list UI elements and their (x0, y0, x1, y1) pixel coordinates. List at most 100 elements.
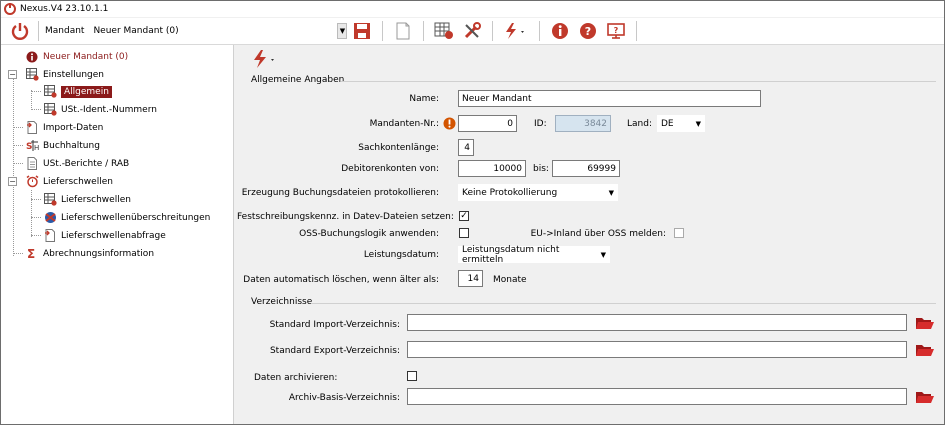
name-input[interactable]: Neuer Mandant (458, 90, 761, 107)
tree-item-ust-berichte[interactable]: USt.-Berichte / RAB (25, 155, 129, 172)
app-logo-icon (4, 3, 16, 15)
tree-item-import-daten[interactable]: Import-Daten (25, 119, 103, 136)
eu-inland-label: EU->Inland über OSS melden: (530, 229, 666, 239)
archiv-dir-label: Archiv-Basis-Verzeichnis: (288, 393, 400, 403)
land-select-value: DE (661, 118, 674, 129)
tree-item-lieferschwellen[interactable]: Lieferschwellen (43, 191, 131, 208)
land-select[interactable]: DE ▼ (657, 115, 705, 132)
import-dir-input[interactable] (407, 314, 907, 331)
chevron-down-icon[interactable]: ▼ (696, 120, 701, 128)
bis-label: bis: (533, 164, 549, 174)
table-settings-icon (25, 68, 39, 82)
warning-icon (443, 117, 456, 133)
tree-item-label: Lieferschwellenüberschreitungen (61, 212, 211, 223)
festschreibung-checkbox[interactable]: ✓ (459, 211, 469, 221)
protokoll-select[interactable]: Keine Protokollierung ▼ (458, 184, 618, 201)
globe-icon (43, 211, 57, 225)
svg-text:Σ: Σ (27, 247, 35, 260)
collapse-icon[interactable]: − (8, 70, 17, 79)
tree-item-label: Allgemein (61, 85, 112, 98)
oss-checkbox[interactable] (459, 228, 469, 238)
info-icon[interactable] (548, 19, 572, 43)
tree-item-neuer-mandant[interactable]: Neuer Mandant (0) (25, 48, 128, 65)
group-title-verzeichnisse: Verzeichnisse (251, 297, 313, 307)
chevron-down-icon[interactable]: ▼ (337, 23, 348, 39)
mandanten-nr-label: Mandanten-Nr.: (369, 119, 439, 129)
help-icon[interactable]: ? (576, 19, 600, 43)
title-bar: Nexus.V4 23.10.1.1 (1, 1, 944, 17)
tree-item-lieferschwellenabfrage[interactable]: Lieferschwellenabfrage (43, 227, 166, 244)
window-title: Nexus.V4 23.10.1.1 (20, 4, 109, 14)
tree-item-buchhaltung[interactable]: SH Buchhaltung (25, 137, 100, 154)
id-label: ID: (534, 119, 547, 129)
loeschen-label: Daten automatisch löschen, wenn älter al… (243, 275, 439, 285)
collapse-icon[interactable]: − (8, 177, 17, 186)
save-icon[interactable] (350, 19, 374, 43)
name-label: Name: (409, 94, 439, 104)
sachkonten-input[interactable]: 4 (458, 139, 474, 156)
sachkonten-label: Sachkontenlänge: (358, 143, 439, 153)
accounting-icon: SH (25, 139, 39, 153)
folder-open-icon[interactable] (915, 342, 935, 358)
debitoren-to-input[interactable]: 69999 (552, 160, 620, 177)
lightning-menu-icon[interactable] (251, 49, 279, 72)
leistungsdatum-select-value: Leistungsdatum nicht ermitteln (462, 244, 560, 265)
tree-item-abrechnungsinformation[interactable]: Σ Abrechnungsinformation (25, 245, 154, 262)
leistungsdatum-label: Leistungsdatum: (363, 250, 439, 260)
debitoren-label: Debitorenkonten von: (341, 164, 439, 174)
table-settings-icon (43, 193, 57, 207)
import-dir-label: Standard Import-Verzeichnis: (269, 320, 400, 330)
toolbar-separator (539, 21, 541, 41)
archivieren-checkbox[interactable] (407, 371, 417, 381)
archiv-dir-input[interactable] (407, 388, 907, 405)
presentation-icon[interactable]: ? (604, 19, 628, 43)
power-icon[interactable] (8, 19, 32, 43)
loeschen-input[interactable]: 14 (458, 270, 483, 287)
lightning-menu-icon[interactable] (501, 19, 531, 43)
leistungsdatum-select[interactable]: Leistungsdatum nicht ermitteln ▼ (458, 244, 610, 265)
toolbar-separator (636, 21, 638, 41)
tree-item-allgemein[interactable]: Allgemein (43, 83, 112, 100)
tree-item-label: USt.-Ident.-Nummern (61, 104, 157, 115)
tree-item-lieferschwellenueberschreitungen[interactable]: Lieferschwellenüberschreitungen (43, 209, 210, 226)
svg-text:?: ? (585, 25, 591, 38)
debitoren-from-input[interactable]: 10000 (458, 160, 526, 177)
svg-text:S: S (26, 142, 32, 152)
toolbar-separator (423, 21, 425, 41)
tree-item-einstellungen[interactable]: Einstellungen (25, 66, 104, 83)
import-document-icon (43, 229, 57, 243)
protokoll-select-value: Keine Protokollierung (462, 187, 558, 198)
archivieren-label: Daten archivieren: (254, 373, 338, 383)
eu-inland-checkbox (674, 228, 684, 238)
chevron-down-icon[interactable]: ▼ (601, 251, 606, 259)
app-window: Nexus.V4 23.10.1.1 Mandant Neuer Mandant… (0, 0, 945, 425)
svg-text:?: ? (614, 26, 619, 35)
mandant-label: Mandant (45, 26, 85, 36)
tools-icon[interactable] (460, 19, 484, 43)
main-toolbar: Mandant Neuer Mandant (0) ▼ ? ? (1, 18, 944, 45)
navigation-tree: Neuer Mandant (0) − Einstellungen Allgem… (1, 45, 234, 424)
import-document-icon (25, 121, 39, 135)
folder-open-icon[interactable] (915, 315, 935, 331)
table-settings-icon[interactable] (432, 19, 456, 43)
mandanten-nr-input[interactable]: 0 (458, 115, 517, 132)
land-label: Land: (627, 119, 652, 129)
table-settings-icon (43, 85, 57, 99)
tree-item-lieferschwellen-group[interactable]: Lieferschwellen (25, 173, 113, 190)
document-icon[interactable] (391, 19, 415, 43)
tree-item-ust-ident-nummern[interactable]: USt.-Ident.-Nummern (43, 101, 157, 118)
toolbar-separator (492, 21, 494, 41)
table-settings-icon (43, 103, 57, 117)
alarm-icon (25, 175, 39, 189)
tree-item-label: Import-Daten (43, 122, 104, 133)
tree-item-label: Einstellungen (43, 69, 105, 80)
tree-item-label: Abrechnungsinformation (43, 248, 155, 259)
tree-item-label: Lieferschwellen (61, 194, 131, 205)
folder-open-icon[interactable] (915, 389, 935, 405)
report-icon (25, 157, 39, 171)
export-dir-input[interactable] (407, 341, 907, 358)
main-panel: Allgemeine Angaben Name: Neuer Mandant M… (237, 45, 944, 424)
tree-item-label: USt.-Berichte / RAB (43, 158, 130, 169)
mandant-select[interactable]: Neuer Mandant (0) ▼ (90, 22, 349, 40)
chevron-down-icon[interactable]: ▼ (609, 189, 614, 197)
